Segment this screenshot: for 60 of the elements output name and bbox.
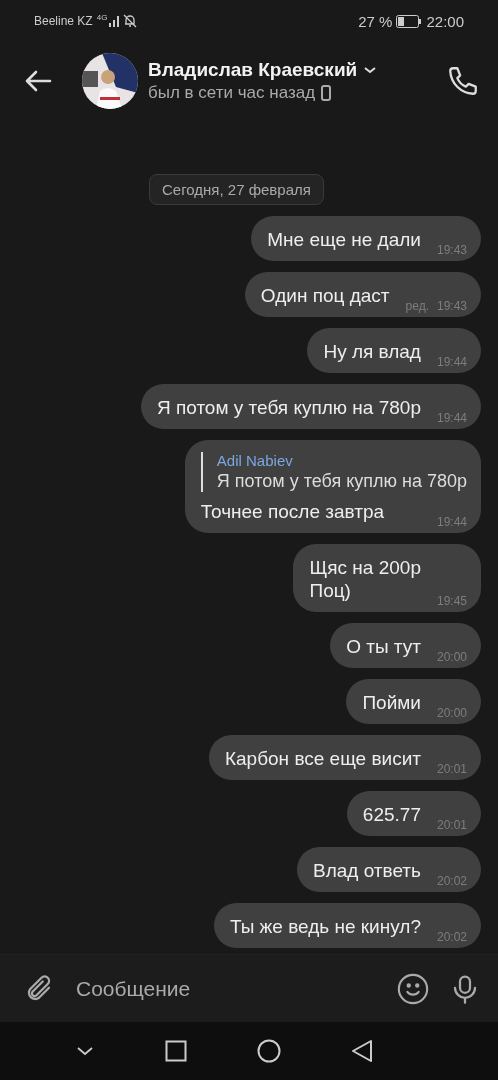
message-text: Точнее после завтра	[200, 500, 384, 523]
hide-keyboard-button[interactable]	[75, 1045, 95, 1057]
contact-name[interactable]: Владислав Краевский	[148, 59, 358, 81]
emoji-button[interactable]	[396, 971, 430, 1006]
reply-text: Я потом у тебя куплю на 780р	[216, 471, 467, 492]
phone-device-icon	[321, 85, 332, 101]
message-bubble[interactable]: Ты же ведь не кинул? 20:02	[213, 903, 481, 948]
message-time: 20:00	[436, 650, 467, 664]
recents-button[interactable]	[165, 1040, 187, 1062]
message-text: Пойми	[362, 691, 421, 714]
last-seen-status: был в сети час назад	[148, 83, 316, 103]
message-bubble[interactable]: Ну ля влад 19:44	[307, 328, 481, 373]
bell-off-icon	[123, 14, 138, 28]
back-button[interactable]	[24, 69, 52, 93]
home-button[interactable]	[257, 1039, 281, 1063]
message-time: 20:01	[436, 818, 467, 832]
message-time: 19:45	[436, 594, 467, 608]
message-bubble[interactable]: Adil Nabiev Я потом у тебя куплю на 780р Точнее после завтра 19:44	[184, 440, 481, 533]
message-input[interactable]: Сообщение	[74, 975, 376, 1002]
message-text: Щяс на 200р Поц)	[309, 556, 421, 602]
message-bubble[interactable]: Один поц даст ред. 19:43	[244, 272, 481, 317]
message-time: 19:44	[436, 355, 467, 369]
message-time: 19:44	[436, 411, 467, 425]
message-text: Влад ответь	[313, 859, 421, 882]
message-bubble[interactable]: 625.77 20:01	[346, 791, 481, 836]
message-time: 19:43	[436, 243, 467, 257]
message-text: Карбон все еще висит	[224, 747, 421, 770]
message-bubble[interactable]: Я потом у тебя куплю на 780р 19:44	[140, 384, 481, 429]
call-button[interactable]	[446, 64, 480, 98]
message-text: Ну ля влад	[323, 340, 421, 363]
clock: 22:00	[426, 12, 464, 30]
message-time: 19:43	[436, 299, 467, 313]
message-time: 20:01	[436, 762, 467, 776]
message-bubble[interactable]: Щяс на 200р Поц) 19:45	[293, 544, 481, 612]
network-type: 4G	[96, 13, 108, 22]
message-time: 20:00	[436, 706, 467, 720]
message-bubble[interactable]: Пойми 20:00	[346, 679, 481, 724]
battery-icon	[396, 14, 423, 28]
edited-label: ред.	[405, 299, 429, 313]
message-bubble[interactable]: О ты тут 20:00	[330, 623, 481, 668]
signal-icon	[109, 15, 120, 27]
reply-quote[interactable]: Adil Nabiev Я потом у тебя куплю на 780р	[200, 452, 467, 492]
message-bubble[interactable]: Мне еще не дали 19:43	[251, 216, 481, 261]
chevron-down-icon[interactable]	[363, 65, 378, 75]
message-time: 20:02	[436, 930, 467, 944]
date-separator: Сегодня, 27 февраля	[149, 174, 324, 205]
message-bubble[interactable]: Карбон все еще висит 20:01	[208, 735, 481, 780]
message-text: 625.77	[362, 803, 421, 826]
message-text: Я потом у тебя куплю на 780р	[156, 396, 421, 419]
message-time: 20:02	[436, 874, 467, 888]
message-text: О ты тут	[346, 635, 421, 658]
reply-author: Adil Nabiev	[216, 452, 294, 469]
battery-percent: 27 %	[358, 12, 393, 30]
message-text: Ты же ведь не кинул?	[229, 915, 421, 938]
message-text: Мне еще не дали	[267, 228, 421, 251]
message-time: 19:44	[436, 515, 467, 529]
carrier-name: Beeline KZ	[34, 14, 93, 28]
back-nav-button[interactable]	[351, 1039, 373, 1063]
message-text: Один поц даст	[260, 284, 390, 307]
message-bubble[interactable]: Влад ответь 20:02	[297, 847, 481, 892]
